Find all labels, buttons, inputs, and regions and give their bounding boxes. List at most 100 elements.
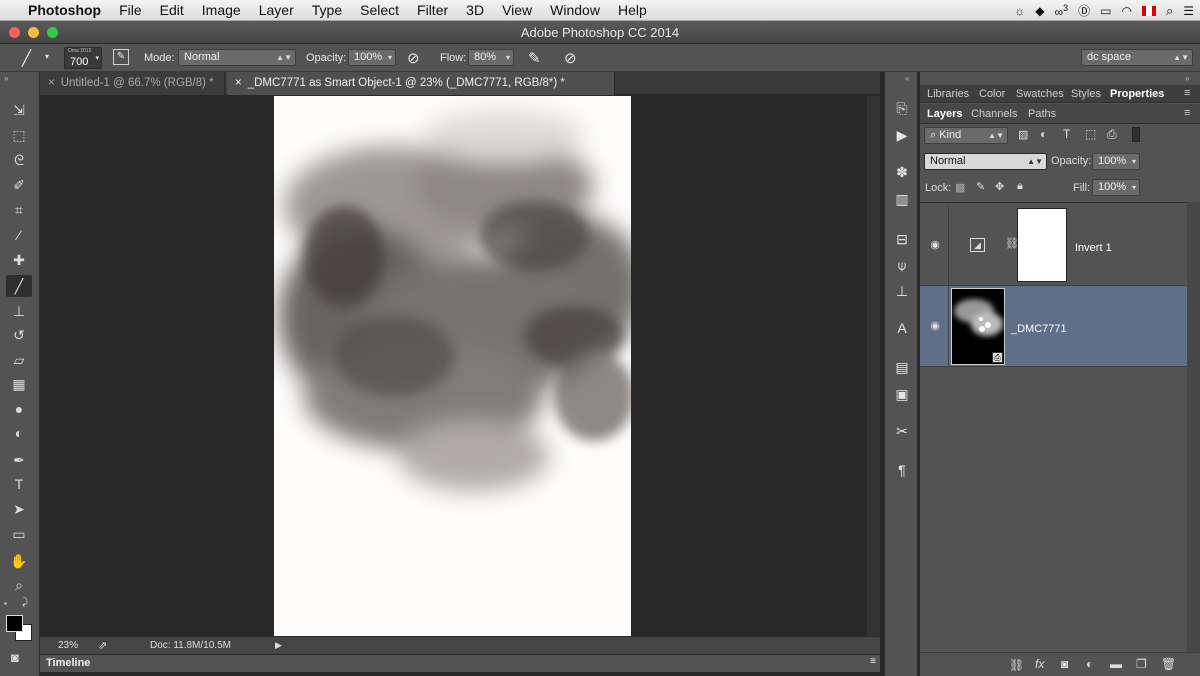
pressure-size-icon[interactable]: ⊘ (564, 49, 577, 67)
notes-panel-icon[interactable]: ▤ (892, 357, 912, 377)
pen-tool-icon[interactable]: ✒ (6, 449, 32, 471)
blend-mode-select[interactable]: Normal ▲▼ (924, 153, 1047, 170)
lock-all-icon[interactable]: 🔒︎ (1017, 180, 1023, 193)
close-tab-icon[interactable]: × (48, 77, 55, 89)
close-tab-icon[interactable]: × (235, 77, 242, 89)
airplay-icon[interactable]: ▭ (1100, 4, 1111, 18)
pressure-opacity-icon[interactable]: ⊘ (407, 49, 420, 67)
brush-tool-preset-icon[interactable]: ╱ (22, 49, 31, 67)
preset-arrow-icon[interactable]: ▾ (45, 52, 49, 61)
fill-field[interactable]: 100% ▾ (1092, 179, 1140, 196)
swap-colors-icon[interactable]: ⤸ (22, 597, 28, 608)
menu-edit[interactable]: Edit (151, 2, 193, 18)
default-colors-icon[interactable]: ▪ (4, 599, 7, 608)
menu-image[interactable]: Image (193, 2, 250, 18)
brush-presets-panel-icon[interactable]: ▥ (892, 189, 912, 209)
layer-filter-kind[interactable]: ⌕ Kind ▲▼ (924, 127, 1008, 144)
menu-select[interactable]: Select (351, 2, 408, 18)
timeline-panel[interactable]: Timeline ≡ (40, 654, 880, 672)
canvas-area[interactable] (40, 96, 880, 636)
brightness-icon[interactable]: ☼ (1014, 4, 1025, 18)
tab-properties[interactable]: Properties (1110, 88, 1164, 100)
visibility-eye-icon[interactable]: ◉ (928, 319, 942, 333)
visibility-eye-icon[interactable]: ◉ (928, 238, 942, 252)
tab-libraries[interactable]: Libraries (927, 88, 969, 100)
new-adjustment-icon[interactable]: ◐ (1086, 657, 1093, 671)
tab-layers[interactable]: Layers (927, 108, 962, 120)
filter-toggle-switch[interactable] (1132, 127, 1140, 142)
menu-filter[interactable]: Filter (408, 2, 457, 18)
document-canvas[interactable] (274, 96, 631, 636)
delete-layer-icon[interactable]: 🗑︎ (1161, 657, 1176, 671)
healing-brush-tool-icon[interactable]: ✚ (6, 249, 32, 271)
vpn-icon[interactable]: Ⓓ (1078, 2, 1090, 19)
lock-position-icon[interactable]: ✥ (995, 180, 1004, 193)
tab-styles[interactable]: Styles (1071, 88, 1101, 100)
menu-file[interactable]: File (110, 2, 151, 18)
share-icon[interactable]: ⇗ (98, 639, 107, 652)
character-styles-panel-icon[interactable]: A (892, 318, 912, 338)
filter-smart-object-icon[interactable]: ⎙ (1107, 127, 1117, 142)
add-style-icon[interactable]: fx (1035, 657, 1044, 671)
eyedropper-tool-icon[interactable]: ⁄ (6, 224, 32, 246)
layers-menu-icon[interactable]: ≡ (1184, 107, 1190, 119)
blur-tool-icon[interactable]: ● (6, 398, 32, 420)
brush-panel-icon[interactable]: ✎ (113, 49, 129, 65)
filter-adjustment-icon[interactable]: ◐ (1040, 127, 1047, 141)
flag-icon[interactable] (1141, 5, 1156, 16)
marquee-tool-icon[interactable]: ⬚ (6, 124, 32, 146)
move-tool-icon[interactable]: ⇲ (6, 99, 32, 121)
quick-selection-tool-icon[interactable]: ✐ (6, 174, 32, 196)
foreground-color-swatch[interactable] (6, 615, 23, 632)
workspace-select[interactable]: dc space ▲▼ (1081, 49, 1193, 66)
panel-menu-icon[interactable]: ≡ (1184, 87, 1190, 99)
dodge-tool-icon[interactable]: ◐ (6, 422, 32, 444)
filter-pixel-icon[interactable]: ▨ (1018, 128, 1028, 141)
tab-untitled-1[interactable]: × Untitled-1 @ 66.7% (RGB/8) * (40, 72, 225, 95)
layer-thumbnail[interactable]: ⎙ (951, 288, 1005, 365)
paragraph-panel-icon[interactable]: ¶ (892, 460, 912, 480)
notifications-icon[interactable]: ☰ (1183, 4, 1194, 18)
crop-tool-icon[interactable]: ⌗ (6, 199, 32, 221)
layer-opacity-field[interactable]: 100% ▾ (1092, 153, 1140, 170)
tools-panel-icon[interactable]: ✂ (892, 421, 912, 441)
brush-panel-icon[interactable]: ✽ (892, 162, 912, 182)
tab-channels[interactable]: Channels (971, 108, 1017, 120)
clone-source-panel-icon[interactable]: ⊥ (892, 281, 912, 301)
path-selection-tool-icon[interactable]: ➤ (6, 498, 32, 520)
tab-paths[interactable]: Paths (1028, 108, 1056, 120)
brush-tool-icon[interactable]: ╱ (6, 275, 32, 297)
history-panel-icon[interactable]: ⎘ (892, 98, 912, 118)
layer-name[interactable]: _DMC7771 (1011, 323, 1067, 335)
layer-row-invert-1[interactable]: ◉ ◢ ⛓ Invert 1 (920, 205, 1187, 286)
lock-transparent-icon[interactable]: ▩ (955, 181, 965, 194)
zoom-tool-icon[interactable]: ⌕ (6, 574, 32, 596)
creative-cloud-icon[interactable]: ∞3 (1055, 3, 1069, 19)
minimize-window-button[interactable] (28, 27, 39, 38)
hand-tool-icon[interactable]: ✋ (6, 550, 32, 572)
filter-shape-icon[interactable]: ⬚ (1085, 127, 1096, 141)
quick-mask-icon[interactable]: ◙ (11, 650, 19, 665)
filter-type-icon[interactable]: T (1063, 127, 1070, 141)
vertical-scrollbar[interactable] (867, 96, 880, 636)
close-window-button[interactable] (9, 27, 20, 38)
type-tool-icon[interactable]: T (6, 473, 32, 495)
menu-layer[interactable]: Layer (250, 2, 303, 18)
tool-presets-panel-icon[interactable]: ⍦ (892, 255, 912, 275)
eraser-tool-icon[interactable]: ▱ (6, 349, 32, 371)
menu-window[interactable]: Window (541, 2, 609, 18)
collapse-toolbar-icon[interactable]: » (4, 74, 8, 83)
layer-mask-thumbnail[interactable] (1017, 208, 1067, 282)
layer-row-dmc7771[interactable]: ◉ ⎙ _DMC7771 (920, 286, 1187, 367)
timeline-tab[interactable]: Timeline (46, 657, 90, 669)
status-menu-arrow-icon[interactable]: ▶ (275, 640, 282, 651)
layer-name[interactable]: Invert 1 (1075, 242, 1112, 254)
brush-size-picker[interactable]: Oma 2015 700 ▾ (64, 47, 102, 69)
wifi-icon[interactable]: ◠ (1121, 4, 1131, 18)
gradient-tool-icon[interactable]: ▦ (6, 373, 32, 395)
menu-view[interactable]: View (493, 2, 541, 18)
spotlight-icon[interactable]: ⌕ (1166, 3, 1173, 19)
menu-help[interactable]: Help (609, 2, 656, 18)
timeline-menu-icon[interactable]: ≡ (870, 656, 876, 667)
add-mask-icon[interactable]: ◙ (1061, 657, 1068, 671)
